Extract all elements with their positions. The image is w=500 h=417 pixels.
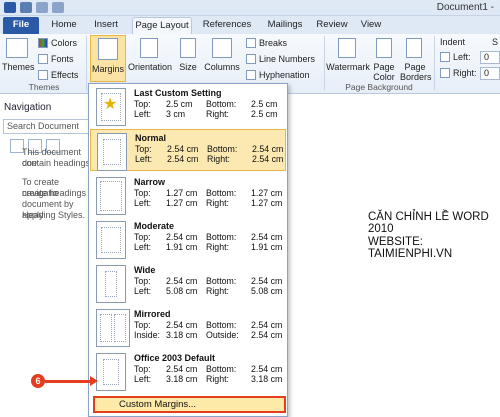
nav-message-line: contain headings.	[22, 158, 93, 168]
columns-button[interactable]: Columns	[204, 62, 240, 72]
group-separator	[86, 36, 87, 90]
page-color-icon[interactable]	[376, 38, 392, 58]
hyphenation-button[interactable]: Hyphenation	[246, 70, 310, 80]
margins-button[interactable]: Margins	[90, 35, 126, 82]
mirrored-margin-icon	[96, 309, 130, 347]
indent-label: Indent	[440, 37, 466, 47]
margins-icon	[98, 38, 118, 60]
breaks-button[interactable]: Breaks	[246, 38, 287, 48]
group-separator	[324, 36, 325, 90]
navigation-pane: Navigation Search Document This document…	[0, 97, 96, 417]
indent-right-field[interactable]: 0	[480, 67, 500, 80]
group-separator	[434, 36, 435, 90]
group-label-page-background: Page Background	[345, 82, 413, 92]
margin-option-last-custom[interactable]: ★ Last Custom Setting Top: 2.5 cm Bottom: 2…	[90, 85, 286, 127]
arrow-head-icon	[90, 376, 98, 386]
normal-margin-icon	[97, 133, 127, 171]
step-number-badge: 6	[31, 374, 45, 388]
fonts-icon	[38, 54, 48, 64]
tab-view[interactable]: View	[357, 17, 385, 34]
watermark-icon[interactable]	[338, 38, 356, 58]
quick-access-toolbar	[4, 2, 64, 13]
tab-file[interactable]: File	[3, 17, 39, 34]
margin-option-narrow[interactable]: Narrow Top: 1.27 cm Bottom: 1.27 cm Left: 1.…	[90, 174, 286, 216]
watermark-button[interactable]: Watermark	[326, 62, 370, 72]
word-logo-icon	[4, 2, 16, 13]
orientation-button[interactable]: Orientation	[126, 62, 174, 72]
navigation-title: Navigation	[4, 102, 52, 113]
page-borders-button[interactable]: Page Borders	[400, 62, 432, 82]
page-color-button[interactable]: Page Color	[370, 62, 398, 82]
size-icon[interactable]	[180, 38, 196, 58]
tab-insert[interactable]: Insert	[88, 17, 124, 34]
search-document-input[interactable]: Search Document	[3, 119, 95, 134]
orientation-icon[interactable]	[140, 38, 158, 58]
window-title: Document1 -	[436, 2, 494, 13]
margin-option-mirrored[interactable]: Mirrored Top: 2.54 cm Bottom: 2.54 cm Insid…	[90, 306, 286, 348]
tab-mailings[interactable]: Mailings	[262, 17, 308, 34]
margin-option-wide[interactable]: Wide Top: 2.54 cm Bottom: 2.54 cm Left: 5.08…	[90, 262, 286, 304]
colors-icon	[38, 38, 48, 48]
themes-icon[interactable]	[6, 38, 28, 58]
ribbon-tabs: File Home Insert Page Layout References …	[0, 16, 500, 34]
colors-button[interactable]: Colors	[38, 38, 77, 48]
line-numbers-button[interactable]: Line Numbers	[246, 54, 315, 64]
narrow-margin-icon	[96, 177, 126, 215]
themes-button[interactable]: Themes	[2, 62, 35, 72]
indent-right: Right:	[440, 68, 477, 78]
office-2003-margin-icon	[96, 353, 126, 391]
document-website-line: WEBSITE: TAIMIENPHI.VN	[368, 236, 453, 260]
fonts-button[interactable]: Fonts	[38, 54, 74, 64]
indent-left: Left:	[440, 52, 471, 62]
tab-references[interactable]: References	[200, 17, 254, 34]
breaks-icon	[246, 38, 256, 48]
last-custom-star-icon: ★	[96, 88, 126, 126]
margin-option-normal[interactable]: Normal Top: 2.54 cm Bottom: 2.54 cm Left: 2.…	[90, 129, 286, 171]
hyphenation-icon	[246, 70, 256, 80]
undo-icon[interactable]	[36, 2, 48, 13]
callout-arrow	[45, 380, 95, 383]
indent-left-icon	[440, 52, 450, 62]
indent-left-field[interactable]: 0	[480, 51, 500, 64]
tab-home[interactable]: Home	[48, 17, 80, 34]
margin-option-office-2003[interactable]: Office 2003 Default Top: 2.54 cm Bottom: 2.…	[90, 350, 286, 392]
margins-dropdown: ★ Last Custom Setting Top: 2.5 cm Bottom: 2…	[88, 83, 288, 417]
margin-option-moderate[interactable]: Moderate Top: 2.54 cm Bottom: 2.54 cm Left:…	[90, 218, 286, 260]
title-bar: Document1 -	[0, 0, 500, 16]
nav-message-line: Heading Styles.	[22, 210, 86, 220]
indent-right-icon	[440, 68, 450, 78]
line-numbers-icon	[246, 54, 256, 64]
custom-margins-button[interactable]: Custom Margins...	[93, 396, 286, 413]
columns-icon[interactable]	[212, 38, 232, 58]
spacing-label: S	[492, 37, 499, 47]
save-icon[interactable]	[20, 2, 32, 13]
moderate-margin-icon	[96, 221, 126, 259]
document-heading: CĂN CHỈNH LỀ WORD 2010	[368, 211, 489, 235]
size-button[interactable]: Size	[176, 62, 200, 72]
nav-message-line: create headings in	[22, 188, 96, 198]
effects-button[interactable]: Effects	[38, 70, 78, 80]
effects-icon	[38, 70, 48, 80]
wide-margin-icon	[96, 265, 126, 303]
redo-icon[interactable]	[52, 2, 64, 13]
tab-page-layout[interactable]: Page Layout	[132, 17, 192, 34]
page-borders-icon[interactable]	[406, 38, 422, 58]
tab-review[interactable]: Review	[314, 17, 350, 34]
group-label-themes: Themes	[28, 82, 60, 92]
